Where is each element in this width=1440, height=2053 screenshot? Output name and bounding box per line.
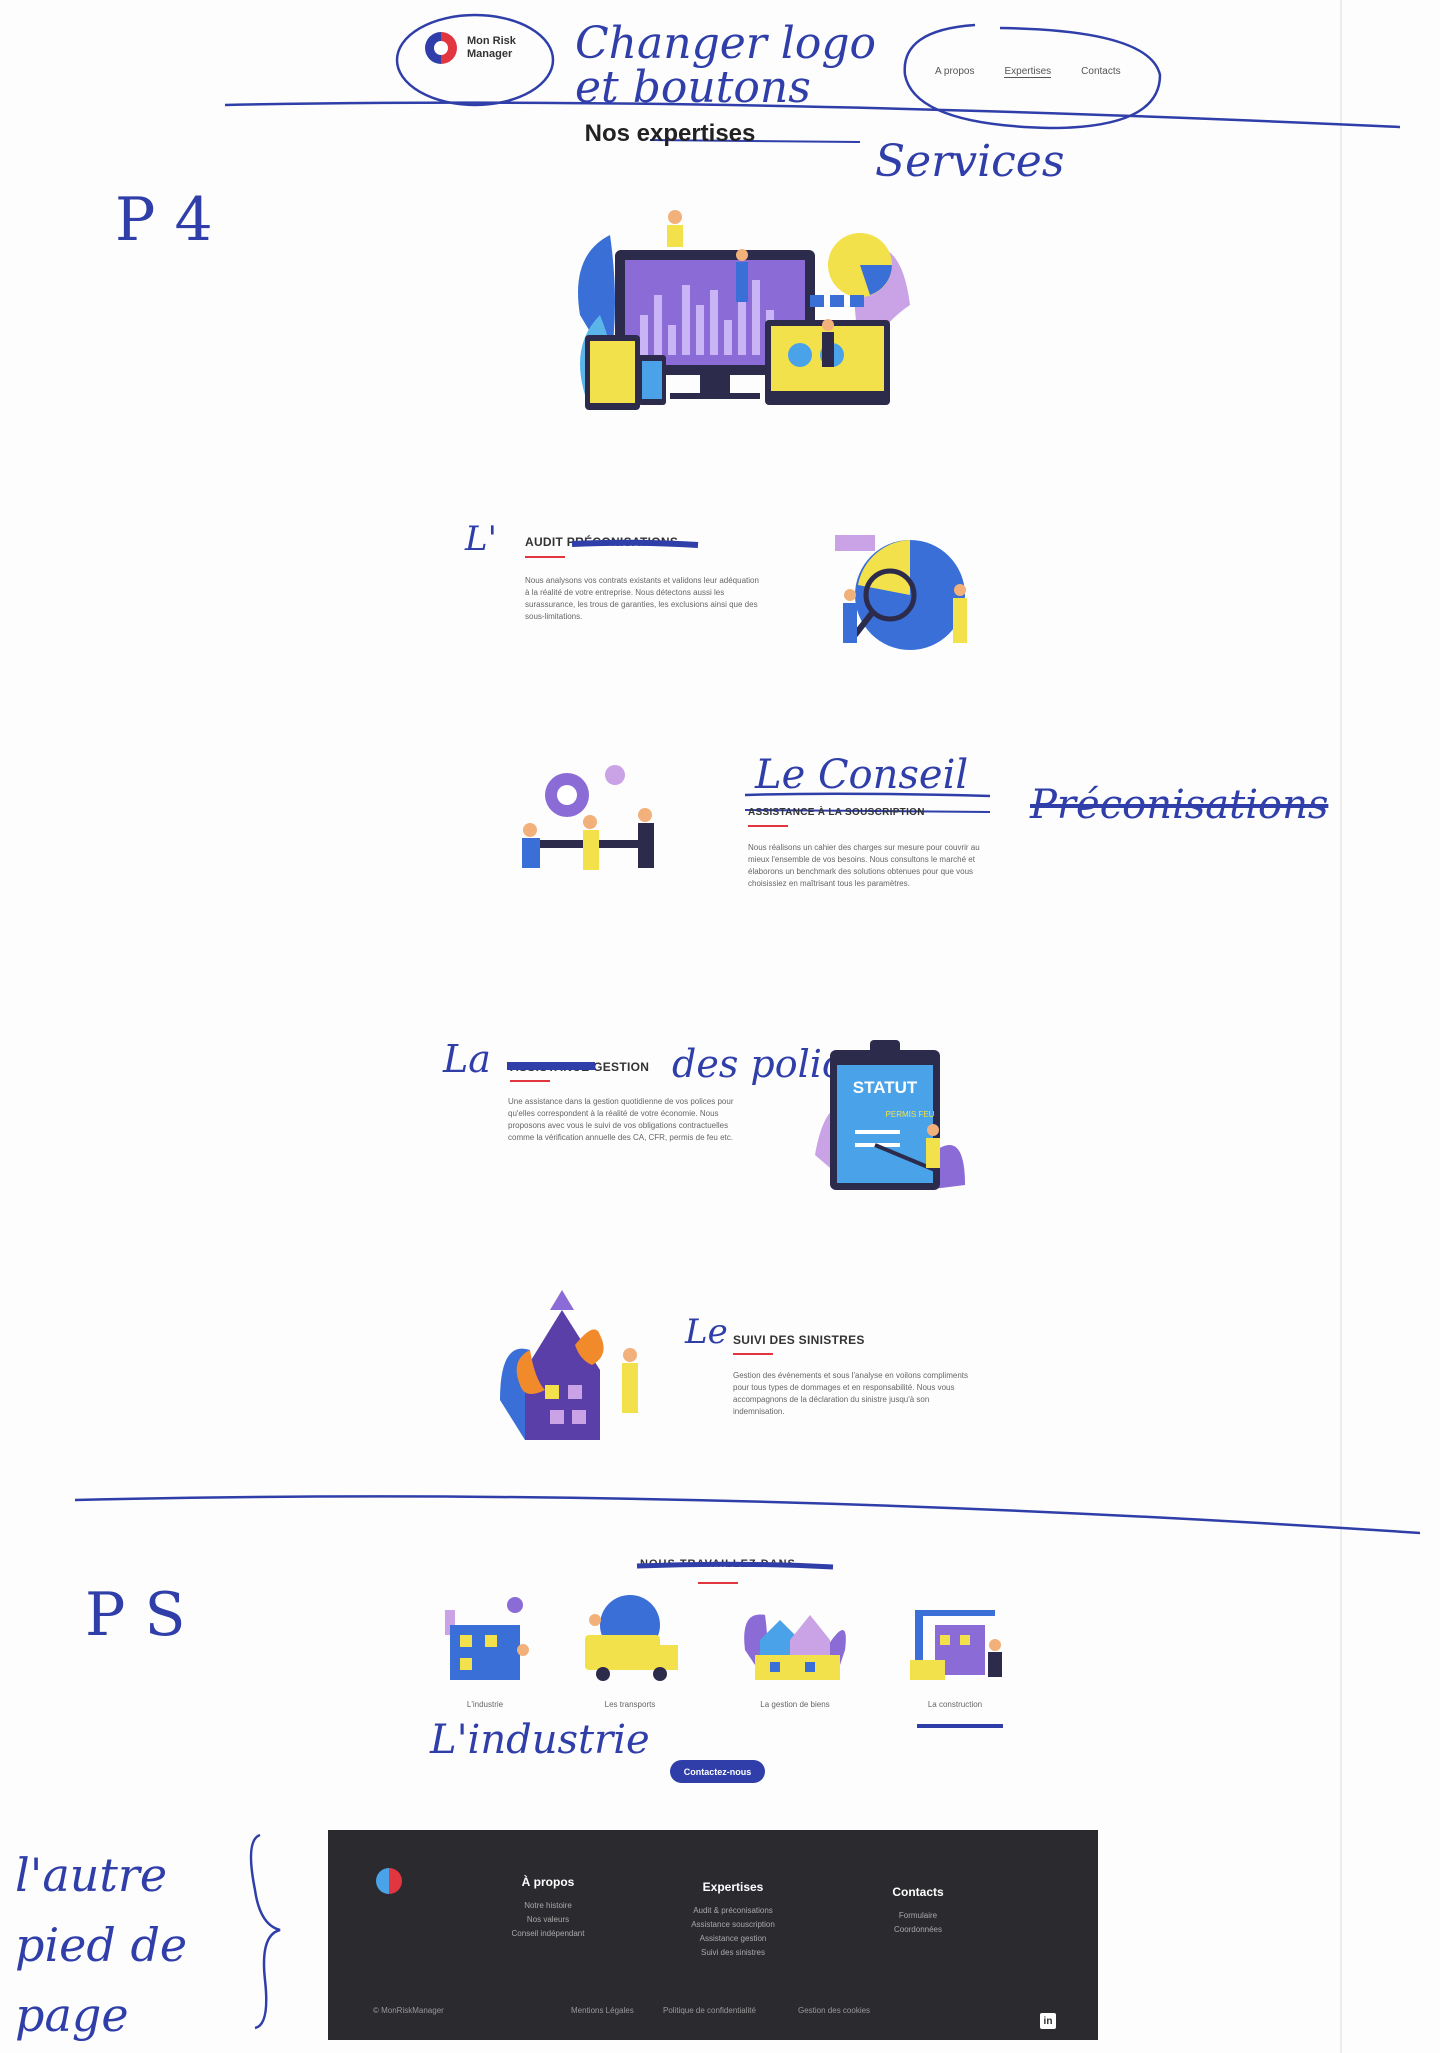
annotation-preconisations: Préconisations xyxy=(1030,782,1329,828)
industries-underline xyxy=(698,1582,738,1584)
footer-link[interactable]: Notre histoire xyxy=(478,1899,618,1913)
industry-card-industrie[interactable]: L'industrie xyxy=(430,1590,540,1709)
industry-houses-icon xyxy=(744,1614,846,1680)
audit-text: Nous analysons vos contrats existants et… xyxy=(525,576,759,621)
footer-link[interactable]: Audit & préconisations xyxy=(658,1904,808,1918)
footer-link[interactable]: Assistance gestion xyxy=(658,1932,808,1946)
industry-label: La construction xyxy=(927,1700,983,1709)
industry-label: La gestion de biens xyxy=(760,1700,830,1709)
industries-title-strike xyxy=(636,1561,834,1570)
sinistres-illustration xyxy=(500,1290,638,1440)
footer-copyright: © MonRiskManager xyxy=(373,2006,444,2015)
linkedin-icon[interactable]: in xyxy=(1040,2013,1056,2029)
industry-factory-icon xyxy=(445,1597,529,1680)
annotation-industrie: L'industrie xyxy=(430,1717,650,1763)
statut-text: STATUT xyxy=(853,1078,918,1097)
footer-link[interactable]: Formulaire xyxy=(853,1909,983,1923)
footer-col-apropos: À propos Notre histoire Nos valeurs Cons… xyxy=(478,1875,618,1941)
footer-col-title: Expertises xyxy=(702,1880,764,1894)
footer-link[interactable]: Assistance souscription xyxy=(658,1918,808,1932)
footer: À propos Notre histoire Nos valeurs Cons… xyxy=(328,1830,1098,2040)
footer-col-title: À propos xyxy=(521,1875,575,1889)
souscription-text: Nous réalisons un cahier des charges sur… xyxy=(748,843,980,888)
footer-bottom-link[interactable]: Mentions Légales xyxy=(571,2006,634,2015)
industry-truck-icon xyxy=(585,1595,678,1681)
audit-illustration xyxy=(835,535,967,650)
construction-strike xyxy=(917,1724,1003,1728)
footer-link[interactable]: Conseil indépendant xyxy=(478,1927,618,1941)
gestion-text: Une assistance dans la gestion quotidien… xyxy=(508,1097,734,1142)
annotation-change-logo: Changer logo et boutons xyxy=(575,18,877,113)
industry-card-construction[interactable]: La construction xyxy=(895,1590,1015,1709)
page-title: Nos expertises xyxy=(584,120,756,147)
footer-logo-icon[interactable] xyxy=(376,1868,402,1894)
annotation-p5: P S xyxy=(85,1580,186,1650)
page-edge xyxy=(1340,0,1342,2053)
footer-bottom-link[interactable]: Gestion des cookies xyxy=(798,2006,870,2015)
audit-strike xyxy=(571,539,699,548)
audit-underline xyxy=(525,556,565,558)
footer-col-expertises: Expertises Audit & préconisations Assist… xyxy=(658,1880,808,1960)
gestion-strike xyxy=(507,1062,595,1070)
footer-link[interactable]: Nos valeurs xyxy=(478,1913,618,1927)
contact-button[interactable]: Contactez-nous xyxy=(670,1760,765,1783)
industry-card-gestion-biens[interactable]: La gestion de biens xyxy=(735,1590,855,1709)
souscription-illustration xyxy=(522,765,654,870)
gestion-illustration: STATUT PERMIS FEU xyxy=(815,1040,965,1190)
p5-separator-line xyxy=(74,1495,1421,1535)
annotation-la: La xyxy=(443,1037,491,1081)
annotation-le-conseil: Le Conseil xyxy=(755,752,969,798)
sinistres-underline xyxy=(733,1353,773,1355)
annotation-p4: P 4 xyxy=(115,185,213,255)
footer-col-title: Contacts xyxy=(892,1885,944,1899)
industry-construction-icon xyxy=(910,1610,1002,1680)
industry-label: Les transports xyxy=(604,1700,656,1709)
footer-col-contacts: Contacts Formulaire Coordonnées xyxy=(853,1885,983,1937)
sinistres-title: SUIVI DES SINISTRES xyxy=(733,1333,865,1347)
sinistres-text: Gestion des évènements et sous l'analyse… xyxy=(733,1371,968,1416)
industry-label: L'industrie xyxy=(466,1700,504,1709)
annotation-le-2: Le xyxy=(685,1312,728,1352)
footer-link[interactable]: Suivi des sinistres xyxy=(658,1946,808,1960)
hero-illustration xyxy=(578,210,910,410)
footer-link[interactable]: Coordonnées xyxy=(853,1923,983,1937)
industry-card-transports[interactable]: Les transports xyxy=(570,1590,690,1709)
souscription-title: ASSISTANCE À LA SOUSCRIPTION xyxy=(748,807,925,818)
annotation-le: L' xyxy=(465,519,497,559)
footer-bottom-link[interactable]: Politique de confidentialité xyxy=(663,2006,756,2015)
footer-brace xyxy=(249,1833,281,2030)
souscription-underline xyxy=(748,825,788,827)
gestion-underline xyxy=(510,1080,550,1082)
permis-feu-text: PERMIS FEU xyxy=(886,1110,935,1119)
annotation-autre-pied: l'autre pied de page xyxy=(15,1848,188,2042)
